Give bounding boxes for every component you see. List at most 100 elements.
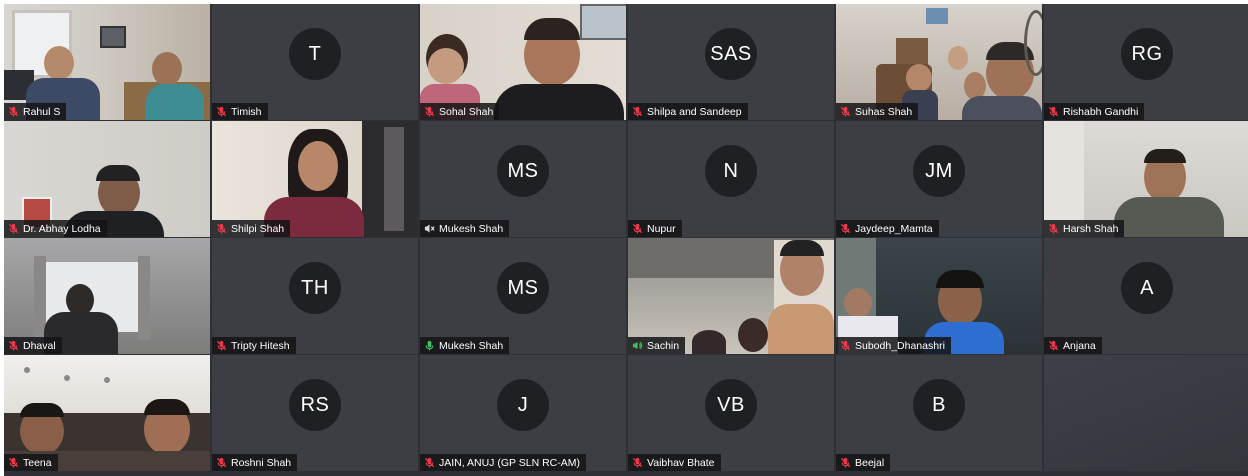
- participant-name: Anjana: [1063, 339, 1096, 352]
- microphone-on-icon: [424, 340, 435, 351]
- participant-tile[interactable]: Suhas Shah: [836, 4, 1042, 120]
- participant-nameplate: Rishabh Gandhi: [1044, 103, 1145, 120]
- microphone-muted-icon: [216, 106, 227, 117]
- microphone-muted-icon: [424, 106, 435, 117]
- participant-nameplate: Subodh_Dhanashri: [836, 337, 951, 354]
- participant-nameplate: Nupur: [628, 220, 682, 237]
- participant-name: Roshni Shah: [231, 456, 292, 469]
- microphone-muted-icon: [8, 457, 19, 468]
- participant-tile[interactable]: RG Rishabh Gandhi: [1044, 4, 1248, 120]
- participant-name: Rishabh Gandhi: [1063, 105, 1139, 118]
- participant-tile[interactable]: J JAIN, ANUJ (GP SLN RC-AM): [420, 355, 626, 471]
- participant-tile[interactable]: N Nupur: [628, 121, 834, 237]
- participant-tile[interactable]: Rahul S: [4, 4, 210, 120]
- participant-tile[interactable]: TH Tripty Hitesh: [212, 238, 418, 354]
- participant-name: Sachin: [647, 339, 680, 352]
- participant-name: Mukesh Shah: [439, 222, 504, 235]
- participant-tile[interactable]: Teena: [4, 355, 210, 471]
- participant-tile[interactable]: Subodh_Dhanashri: [836, 238, 1042, 354]
- participant-name: Dhaval: [23, 339, 56, 352]
- avatar-initials: JM: [913, 145, 965, 197]
- participant-name: Tripty Hitesh: [231, 339, 290, 352]
- participant-tile[interactable]: JM Jaydeep_Mamta: [836, 121, 1042, 237]
- participant-tile[interactable]: SAS Shilpa and Sandeep: [628, 4, 834, 120]
- participant-name: Suhas Shah: [855, 105, 913, 118]
- participant-tile[interactable]: Sohal Shah: [420, 4, 626, 120]
- participant-tile[interactable]: Shilpi Shah: [212, 121, 418, 237]
- avatar-initials: N: [705, 145, 757, 197]
- microphone-muted-icon: [1048, 223, 1059, 234]
- microphone-muted-icon: [8, 223, 19, 234]
- microphone-muted-icon: [8, 340, 19, 351]
- participant-nameplate: Roshni Shah: [212, 454, 298, 471]
- participant-tile[interactable]: MS Mukesh Shah: [420, 238, 626, 354]
- participant-nameplate: Shilpa and Sandeep: [628, 103, 748, 120]
- participant-name: Dr. Abhay Lodha: [23, 222, 101, 235]
- microphone-muted-icon: [632, 223, 643, 234]
- participant-nameplate: Dhaval: [4, 337, 62, 354]
- participant-name: Rahul S: [23, 105, 61, 118]
- participant-name: Timish: [231, 105, 262, 118]
- speaker-speaking-icon: [632, 340, 643, 351]
- microphone-muted-icon: [840, 223, 851, 234]
- avatar-initials: MS: [497, 262, 549, 314]
- participant-name: Shilpi Shah: [231, 222, 285, 235]
- microphone-muted-icon: [840, 340, 851, 351]
- avatar-initials: A: [1121, 262, 1173, 314]
- participant-tile[interactable]: MS Mukesh Shah: [420, 121, 626, 237]
- participant-nameplate: Beejal: [836, 454, 891, 471]
- participant-tile[interactable]: Harsh Shah: [1044, 121, 1248, 237]
- video-gallery-grid: Rahul S T Timish Sohal Shah SAS Shilpa and S…: [4, 4, 1248, 476]
- participant-name: Teena: [23, 456, 52, 469]
- participant-nameplate: Dr. Abhay Lodha: [4, 220, 107, 237]
- avatar-initials: TH: [289, 262, 341, 314]
- avatar-initials: VB: [705, 379, 757, 431]
- participant-name: Jaydeep_Mamta: [855, 222, 933, 235]
- participant-nameplate: Shilpi Shah: [212, 220, 291, 237]
- participant-nameplate: Vaibhav Bhate: [628, 454, 721, 471]
- participant-name: Subodh_Dhanashri: [855, 339, 945, 352]
- microphone-muted-icon: [216, 340, 227, 351]
- participant-tile[interactable]: Dr. Abhay Lodha: [4, 121, 210, 237]
- avatar-initials: MS: [497, 145, 549, 197]
- microphone-muted-icon: [840, 457, 851, 468]
- avatar-initials: RS: [289, 379, 341, 431]
- participant-name: Vaibhav Bhate: [647, 456, 715, 469]
- audio-off-icon: [424, 223, 435, 234]
- participant-tile[interactable]: Dhaval: [4, 238, 210, 354]
- participant-tile[interactable]: T Timish: [212, 4, 418, 120]
- participant-name: Mukesh Shah: [439, 339, 504, 352]
- participant-tile[interactable]: RS Roshni Shah: [212, 355, 418, 471]
- participant-tile[interactable]: A Anjana: [1044, 238, 1248, 354]
- microphone-muted-icon: [632, 457, 643, 468]
- microphone-muted-icon: [632, 106, 643, 117]
- avatar-initials: T: [289, 28, 341, 80]
- participant-tile[interactable]: B Beejal: [836, 355, 1042, 471]
- participant-tile[interactable]: Sachin: [628, 238, 834, 354]
- participant-nameplate: Sohal Shah: [420, 103, 500, 120]
- participant-name: Nupur: [647, 222, 676, 235]
- avatar-initials: RG: [1121, 28, 1173, 80]
- participant-name: Harsh Shah: [1063, 222, 1119, 235]
- participant-nameplate: Timish: [212, 103, 268, 120]
- participant-nameplate: Jaydeep_Mamta: [836, 220, 939, 237]
- participant-nameplate: Suhas Shah: [836, 103, 919, 120]
- microphone-muted-icon: [8, 106, 19, 117]
- avatar-initials: J: [497, 379, 549, 431]
- participant-name: Beejal: [855, 456, 885, 469]
- microphone-muted-icon: [216, 223, 227, 234]
- participant-nameplate: JAIN, ANUJ (GP SLN RC-AM): [420, 454, 586, 471]
- participant-nameplate: Mukesh Shah: [420, 220, 510, 237]
- avatar-initials: SAS: [705, 28, 757, 80]
- participant-name: JAIN, ANUJ (GP SLN RC-AM): [439, 456, 580, 469]
- participant-nameplate: Sachin: [628, 337, 686, 354]
- participant-tile[interactable]: VB Vaibhav Bhate: [628, 355, 834, 471]
- participant-nameplate: Tripty Hitesh: [212, 337, 296, 354]
- participant-name: Shilpa and Sandeep: [647, 105, 742, 118]
- microphone-muted-icon: [216, 457, 227, 468]
- microphone-muted-icon: [1048, 106, 1059, 117]
- microphone-muted-icon: [1048, 340, 1059, 351]
- participant-nameplate: Rahul S: [4, 103, 67, 120]
- participant-name: Sohal Shah: [439, 105, 494, 118]
- participant-nameplate: Mukesh Shah: [420, 337, 510, 354]
